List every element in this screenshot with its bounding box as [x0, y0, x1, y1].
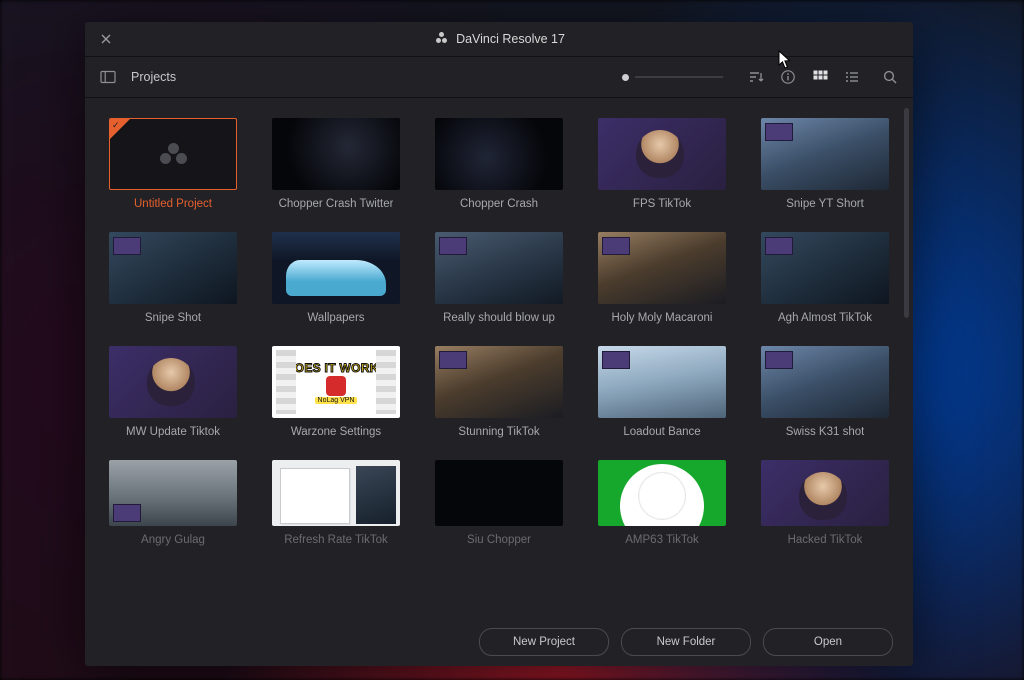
project-card[interactable]: Chopper Crash Twitter — [272, 118, 400, 210]
project-card[interactable]: Snipe YT Short — [761, 118, 889, 210]
project-card[interactable]: Loadout Bance — [598, 346, 726, 438]
project-label: Holy Moly Macaroni — [612, 312, 713, 324]
project-label: Angry Gulag — [141, 534, 205, 546]
search-icon[interactable] — [879, 66, 901, 88]
project-row: MW Update Tiktok DOES IT WORK?NoLag VPN Wa… — [109, 346, 889, 438]
project-label: Swiss K31 shot — [786, 426, 865, 438]
project-thumbnail — [761, 232, 889, 304]
project-card[interactable]: Chopper Crash — [435, 118, 563, 210]
project-thumbnail — [272, 460, 400, 526]
info-icon[interactable] — [777, 66, 799, 88]
project-thumbnail — [761, 346, 889, 418]
breadcrumb[interactable]: Projects — [131, 70, 176, 84]
project-card[interactable]: Holy Moly Macaroni — [598, 232, 726, 324]
project-card[interactable]: MW Update Tiktok — [109, 346, 237, 438]
new-folder-button[interactable]: New Folder — [621, 628, 751, 656]
project-thumbnail: DOES IT WORK?NoLag VPN — [272, 346, 400, 418]
project-grid-area: ✓ Untitled Project Chopper Crash Twitter Ch… — [85, 98, 913, 618]
project-thumbnail — [435, 118, 563, 190]
project-thumbnail — [109, 346, 237, 418]
project-card[interactable]: Agh Almost TikTok — [761, 232, 889, 324]
project-card[interactable]: Angry Gulag — [109, 460, 237, 546]
project-card[interactable]: Refresh Rate TikTok — [272, 460, 400, 546]
project-card[interactable]: FPS TikTok — [598, 118, 726, 210]
project-label: Agh Almost TikTok — [778, 312, 872, 324]
project-thumbnail — [109, 460, 237, 526]
project-card[interactable]: Really should blow up — [435, 232, 563, 324]
window-title: DaVinci Resolve 17 — [456, 32, 565, 46]
footer: New Project New Folder Open — [85, 618, 913, 666]
project-thumbnail — [109, 232, 237, 304]
grid-view-icon[interactable] — [809, 66, 831, 88]
toolbar: Projects — [85, 57, 913, 98]
open-button[interactable]: Open — [763, 628, 893, 656]
project-label: Loadout Bance — [623, 426, 700, 438]
project-card[interactable]: Hacked TikTok — [761, 460, 889, 546]
project-label: Wallpapers — [307, 312, 364, 324]
project-label: Siu Chopper — [467, 534, 531, 546]
project-label: Really should blow up — [443, 312, 555, 324]
project-thumbnail — [435, 232, 563, 304]
project-thumbnail — [761, 460, 889, 526]
new-project-button[interactable]: New Project — [479, 628, 609, 656]
scrollbar-thumb[interactable] — [904, 108, 909, 318]
project-card[interactable]: Snipe Shot — [109, 232, 237, 324]
project-thumbnail — [598, 232, 726, 304]
project-thumbnail — [435, 460, 563, 526]
project-thumbnail — [598, 118, 726, 190]
project-label: Refresh Rate TikTok — [284, 534, 388, 546]
project-label: MW Update Tiktok — [126, 426, 220, 438]
project-label: AMP63 TikTok — [625, 534, 699, 546]
app-logo-icon — [433, 36, 450, 41]
project-card[interactable]: DOES IT WORK?NoLag VPN Warzone Settings — [272, 346, 400, 438]
project-label: Untitled Project — [134, 198, 212, 210]
project-thumbnail — [435, 346, 563, 418]
project-card[interactable]: ✓ Untitled Project — [109, 118, 237, 210]
project-card[interactable]: Stunning TikTok — [435, 346, 563, 438]
thumbnail-zoom-slider[interactable] — [622, 74, 723, 81]
project-card[interactable]: Wallpapers — [272, 232, 400, 324]
project-manager-window: DaVinci Resolve 17 Projects ✓Untitled — [85, 22, 913, 666]
project-row: Angry Gulag Refresh Rate TikTok Siu Choppe… — [109, 460, 889, 546]
project-label: Stunning TikTok — [458, 426, 539, 438]
project-row: Snipe Shot Wallpapers Really should blow u… — [109, 232, 889, 324]
project-label: Chopper Crash Twitter — [279, 198, 394, 210]
close-button[interactable] — [97, 30, 115, 48]
project-card[interactable]: Siu Chopper — [435, 460, 563, 546]
project-label: Snipe Shot — [145, 312, 201, 324]
sidebar-toggle-icon[interactable] — [97, 66, 119, 88]
project-thumbnail — [761, 118, 889, 190]
project-card[interactable]: AMP63 TikTok — [598, 460, 726, 546]
project-label: Hacked TikTok — [788, 534, 863, 546]
project-label: FPS TikTok — [633, 198, 691, 210]
close-icon — [101, 34, 111, 44]
slider-thumb-icon — [622, 74, 629, 81]
project-thumbnail — [272, 118, 400, 190]
project-thumbnail — [598, 460, 726, 526]
sort-icon[interactable] — [745, 66, 767, 88]
slider-track — [635, 76, 723, 78]
list-view-icon[interactable] — [841, 66, 863, 88]
project-label: Chopper Crash — [460, 198, 538, 210]
titlebar: DaVinci Resolve 17 — [85, 22, 913, 57]
project-card[interactable]: Swiss K31 shot — [761, 346, 889, 438]
project-thumbnail: ✓ — [109, 118, 237, 190]
project-thumbnail — [272, 232, 400, 304]
project-label: Warzone Settings — [291, 426, 381, 438]
project-row: ✓ Untitled Project Chopper Crash Twitter Ch… — [109, 118, 889, 210]
project-label: Snipe YT Short — [786, 198, 864, 210]
project-thumbnail — [598, 346, 726, 418]
